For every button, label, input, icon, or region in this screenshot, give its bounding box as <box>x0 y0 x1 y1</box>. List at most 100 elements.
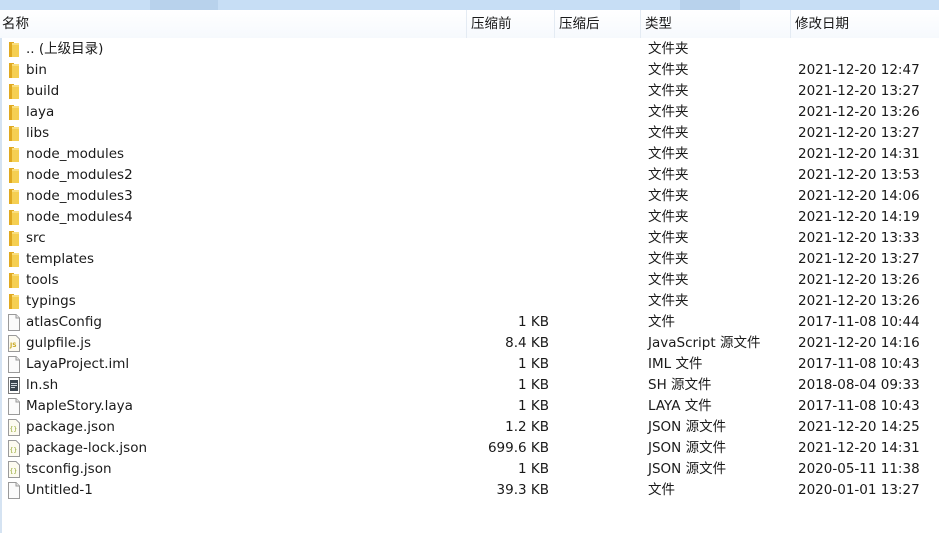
folder-icon <box>7 83 21 100</box>
file-modified-date: 2021-12-20 12:47 <box>798 62 920 78</box>
file-type: SH 源文件 <box>648 377 712 393</box>
file-type: 文件夹 <box>648 83 689 99</box>
folder-icon <box>7 146 21 163</box>
file-row[interactable]: Untitled-1 39.3 KB 文件 2020-01-01 13:27 <box>0 480 939 501</box>
file-row[interactable]: MapleStory.laya 1 KB LAYA 文件 2017-11-08 10:… <box>0 396 939 417</box>
json-file-icon: {} <box>7 461 21 478</box>
file-modified-date: 2021-12-20 14:06 <box>798 188 920 204</box>
file-row[interactable]: libs 文件夹 2021-12-20 13:27 <box>0 123 939 144</box>
file-size: 1.2 KB <box>505 419 549 435</box>
file-type: JSON 源文件 <box>648 419 727 435</box>
column-header-type[interactable]: 类型 <box>640 10 790 38</box>
folder-icon <box>7 104 21 121</box>
file-name: atlasConfig <box>26 314 102 330</box>
folder-icon <box>7 167 21 184</box>
toolbar-segment <box>150 0 218 10</box>
column-header: 名称 压缩前 压缩后 类型 修改日期 <box>0 10 939 38</box>
folder-icon <box>7 188 21 205</box>
file-type: 文件夹 <box>648 272 689 288</box>
file-list: .. (上级目录) 文件夹 bin 文件夹 2021-12-20 12:47 build 文… <box>0 39 939 501</box>
file-row[interactable]: build 文件夹 2021-12-20 13:27 <box>0 81 939 102</box>
js-file-icon: JS <box>7 335 21 352</box>
file-row[interactable]: node_modules2 文件夹 2021-12-20 13:53 <box>0 165 939 186</box>
folder-icon <box>7 251 21 268</box>
file-modified-date: 2021-12-20 13:26 <box>798 104 920 120</box>
file-modified-date: 2020-05-11 11:38 <box>798 461 920 477</box>
file-row[interactable]: node_modules4 文件夹 2021-12-20 14:19 <box>0 207 939 228</box>
file-row[interactable]: ln.sh 1 KB SH 源文件 2018-08-04 09:33 <box>0 375 939 396</box>
svg-text:JS: JS <box>9 342 17 349</box>
file-name: node_modules2 <box>26 167 133 183</box>
file-name: MapleStory.laya <box>26 398 133 414</box>
file-modified-date: 2021-12-20 14:31 <box>798 440 920 456</box>
file-type: 文件夹 <box>648 62 689 78</box>
column-header-size[interactable]: 压缩前 <box>466 10 554 38</box>
file-size: 1 KB <box>518 356 549 372</box>
file-modified-date: 2021-12-20 13:33 <box>798 230 920 246</box>
svg-text:{}: {} <box>10 468 18 475</box>
column-header-modified[interactable]: 修改日期 <box>790 10 939 38</box>
file-row[interactable]: LayaProject.iml 1 KB IML 文件 2017-11-08 10:4… <box>0 354 939 375</box>
file-modified-date: 2021-12-20 13:53 <box>798 167 920 183</box>
column-header-packed-size[interactable]: 压缩后 <box>554 10 640 38</box>
json-file-icon: {} <box>7 419 21 436</box>
file-type: 文件 <box>648 482 675 498</box>
shell-script-icon <box>7 377 21 394</box>
folder-icon <box>7 272 21 289</box>
file-type: 文件夹 <box>648 146 689 162</box>
file-icon <box>7 482 21 499</box>
file-modified-date: 2018-08-04 09:33 <box>798 377 920 393</box>
file-type: 文件夹 <box>648 251 689 267</box>
file-row[interactable]: bin 文件夹 2021-12-20 12:47 <box>0 60 939 81</box>
file-modified-date: 2021-12-20 13:26 <box>798 293 920 309</box>
file-name: node_modules <box>26 146 125 162</box>
file-type: 文件夹 <box>648 188 689 204</box>
file-size: 1 KB <box>518 461 549 477</box>
file-size: 699.6 KB <box>487 440 549 456</box>
file-icon <box>7 398 21 415</box>
file-name: .. (上级目录) <box>26 41 104 57</box>
file-type: 文件夹 <box>648 209 689 225</box>
file-name: Untitled-1 <box>26 482 93 498</box>
folder-icon <box>7 293 21 310</box>
file-icon <box>7 314 21 331</box>
file-modified-date: 2021-12-20 14:16 <box>798 335 920 351</box>
file-row[interactable]: .. (上级目录) 文件夹 <box>0 39 939 60</box>
file-row[interactable]: atlasConfig 1 KB 文件 2017-11-08 10:44 <box>0 312 939 333</box>
file-size: 8.4 KB <box>505 335 549 351</box>
svg-text:{}: {} <box>10 426 18 433</box>
file-row[interactable]: {} package.json 1.2 KB JSON 源文件 2021-12-20 1… <box>0 417 939 438</box>
file-type: LAYA 文件 <box>648 398 712 414</box>
folder-icon <box>7 62 21 79</box>
folder-icon <box>7 209 21 226</box>
file-row[interactable]: JS gulpfile.js 8.4 KB JavaScript 源文件 2021-12… <box>0 333 939 354</box>
file-row[interactable]: templates 文件夹 2021-12-20 13:27 <box>0 249 939 270</box>
folder-icon <box>7 41 21 58</box>
file-row[interactable]: node_modules 文件夹 2021-12-20 14:31 <box>0 144 939 165</box>
file-row[interactable]: {} package-lock.json 699.6 KB JSON 源文件 2021-… <box>0 438 939 459</box>
file-name: gulpfile.js <box>26 335 92 351</box>
file-row[interactable]: src 文件夹 2021-12-20 13:33 <box>0 228 939 249</box>
svg-text:{}: {} <box>10 447 18 454</box>
file-row[interactable]: node_modules3 文件夹 2021-12-20 14:06 <box>0 186 939 207</box>
file-row[interactable]: typings 文件夹 2021-12-20 13:26 <box>0 291 939 312</box>
file-type: 文件夹 <box>648 104 689 120</box>
file-row[interactable]: {} tsconfig.json 1 KB JSON 源文件 2020-05-11 11… <box>0 459 939 480</box>
file-type: 文件夹 <box>648 293 689 309</box>
file-type: JSON 源文件 <box>648 461 727 477</box>
file-name: libs <box>26 125 50 141</box>
file-type: IML 文件 <box>648 356 703 372</box>
folder-icon <box>7 230 21 247</box>
file-type: 文件 <box>648 314 675 330</box>
file-modified-date: 2021-12-20 13:26 <box>798 272 920 288</box>
file-name: templates <box>26 251 94 267</box>
file-type: JSON 源文件 <box>648 440 727 456</box>
file-row[interactable]: tools 文件夹 2021-12-20 13:26 <box>0 270 939 291</box>
file-type: 文件夹 <box>648 125 689 141</box>
file-size: 39.3 KB <box>496 482 549 498</box>
file-name: bin <box>26 62 47 78</box>
toolbar-strip <box>0 0 939 10</box>
column-header-name[interactable]: 名称 <box>0 10 466 38</box>
file-name: build <box>26 83 60 99</box>
file-row[interactable]: laya 文件夹 2021-12-20 13:26 <box>0 102 939 123</box>
